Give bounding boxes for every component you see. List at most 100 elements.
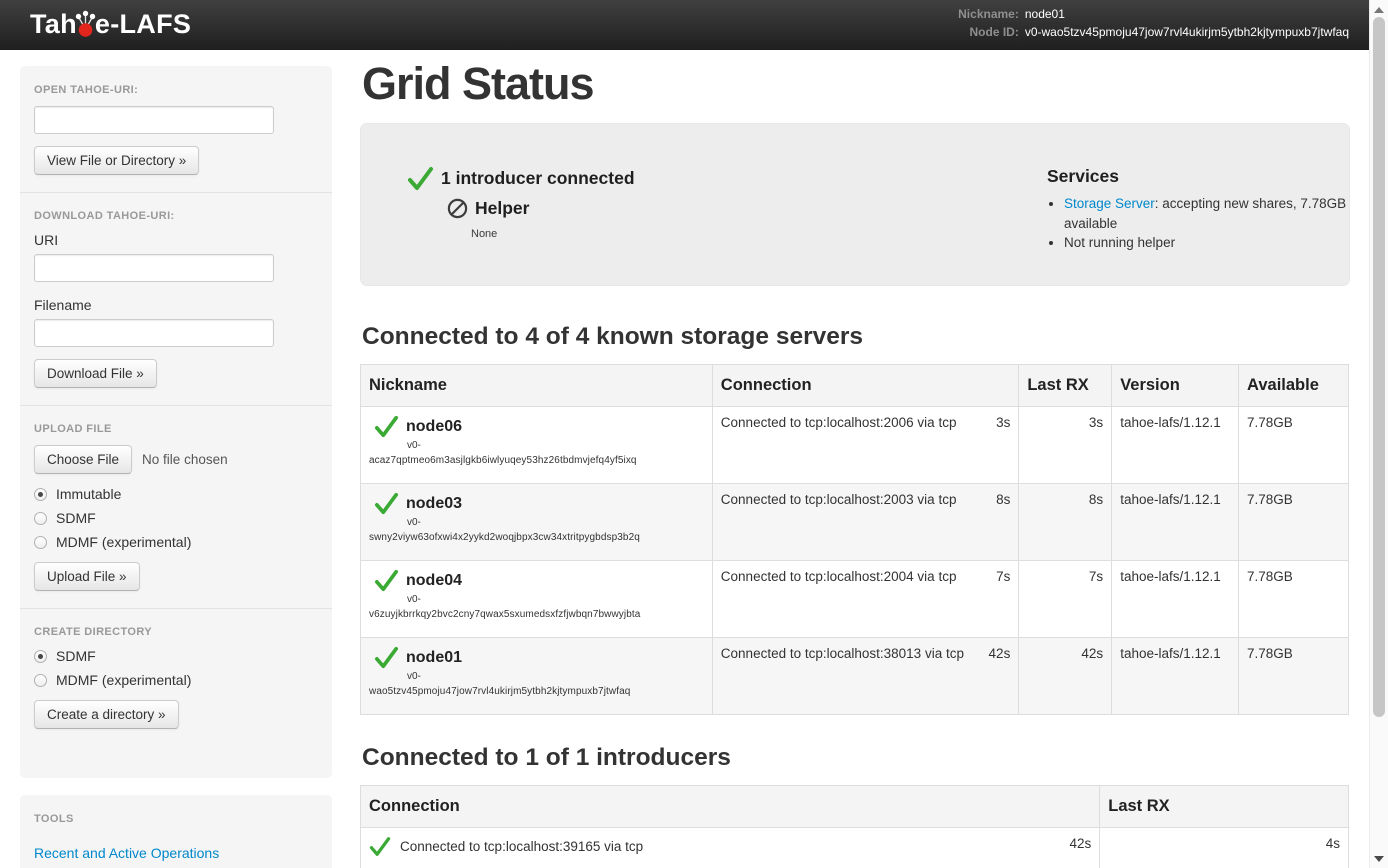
radio-sdmf[interactable]: [34, 512, 47, 525]
last-rx-cell: 4s: [1100, 828, 1349, 868]
node-info: Nickname:node01 Node ID:v0-wao5tzv45pmoj…: [953, 6, 1349, 41]
upload-format-option-immutable[interactable]: Immutable: [34, 486, 318, 502]
available-cell: 7.78GB: [1239, 561, 1349, 638]
connection-age: 42s: [989, 646, 1011, 661]
introducer-status: 1 introducer connected: [407, 166, 635, 191]
nickname-cell: node06 v0- acaz7qptmeo6m3asjlgkb6iwlyuqe…: [361, 407, 713, 484]
choose-file-button[interactable]: Choose File: [34, 445, 132, 474]
radio-dir-sdmf[interactable]: [34, 650, 47, 663]
dir-format-option-mdmf[interactable]: MDMF (experimental): [34, 672, 318, 688]
connection-cell: Connected to tcp:localhost:2004 via tcp …: [712, 561, 1019, 638]
download-file-button[interactable]: Download File »: [34, 359, 157, 388]
col-version: Version: [1112, 365, 1239, 407]
radio-label: SDMF: [56, 510, 96, 526]
recent-operations-link[interactable]: Recent and Active Operations: [34, 845, 219, 861]
server-row: node03 v0- swny2viyw63ofxwi4x2yykd2woqjb…: [361, 484, 1349, 561]
radio-label: MDMF (experimental): [56, 672, 191, 688]
open-uri-label: OPEN TAHOE-URI:: [34, 84, 318, 96]
check-icon: [374, 415, 399, 438]
check-icon: [374, 646, 399, 669]
nickname-cell: node03 v0- swny2viyw63ofxwi4x2yykd2woqjb…: [361, 484, 713, 561]
dir-format-option-sdmf[interactable]: SDMF: [34, 648, 318, 664]
logo-text-pre: Tah: [30, 9, 77, 40]
available-cell: 7.78GB: [1239, 484, 1349, 561]
create-directory-button[interactable]: Create a directory »: [34, 700, 179, 729]
radio-label: Immutable: [56, 486, 121, 502]
check-icon: [407, 166, 434, 191]
view-file-button[interactable]: View File or Directory »: [34, 146, 199, 175]
upload-file-label: UPLOAD FILE: [34, 423, 318, 435]
peer-id-prefix: v0-: [407, 517, 704, 528]
services-section: Services Storage Server: accepting new s…: [1047, 166, 1377, 253]
no-file-chosen-text: No file chosen: [142, 452, 228, 467]
node-id-label: Node ID:: [953, 24, 1019, 42]
table-header-row: Connection Last RX: [361, 786, 1349, 828]
version-cell: tahoe-lafs/1.12.1: [1112, 561, 1239, 638]
col-nickname: Nickname: [361, 365, 713, 407]
radio-label: SDMF: [56, 648, 96, 664]
upload-format-option-mdmf[interactable]: MDMF (experimental): [34, 534, 318, 550]
status-summary-well: 1 introducer connected Helper None Servi…: [360, 123, 1350, 286]
top-bar: Tah e-LAFS Nickname:node01 Node ID:v0-wa…: [0, 0, 1369, 50]
tahoe-lafs-grid-status-page: Tah e-LAFS Nickname:node01 Node ID:v0-wa…: [0, 0, 1388, 868]
introducers-table: Connection Last RX Connected to tcp:loca…: [360, 785, 1349, 868]
node-id-value: v0-wao5tzv45pmoju47jow7rvl4ukirjm5ytbh2k…: [1025, 25, 1349, 39]
connection-cell: Connected to tcp:localhost:39165 via tcp…: [361, 828, 1100, 868]
app-logo[interactable]: Tah e-LAFS: [30, 9, 191, 40]
upload-format-option-sdmf[interactable]: SDMF: [34, 510, 318, 526]
peer-id-prefix: v0-: [407, 671, 704, 682]
upload-file-button[interactable]: Upload File »: [34, 562, 140, 591]
connection-cell: Connected to tcp:localhost:2006 via tcp …: [712, 407, 1019, 484]
connection-age: 42s: [1069, 836, 1091, 851]
uri-field-label: URI: [34, 232, 318, 248]
version-cell: tahoe-lafs/1.12.1: [1112, 407, 1239, 484]
last-rx-cell: 8s: [1019, 484, 1112, 561]
version-cell: tahoe-lafs/1.12.1: [1112, 484, 1239, 561]
server-row: node01 v0- wao5tzv45pmoju47jow7rvl4ukirj…: [361, 638, 1349, 715]
server-nickname: node06: [406, 418, 462, 436]
filename-input[interactable]: [34, 319, 274, 347]
radio-dir-mdmf[interactable]: [34, 674, 47, 687]
open-uri-input[interactable]: [34, 106, 274, 134]
storage-servers-table: Nickname Connection Last RX Version Avai…: [360, 364, 1349, 715]
introducer-status-text: 1 introducer connected: [441, 168, 635, 189]
radio-mdmf[interactable]: [34, 536, 47, 549]
table-header-row: Nickname Connection Last RX Version Avai…: [361, 365, 1349, 407]
uri-input[interactable]: [34, 254, 274, 282]
helper-status: Helper: [447, 198, 529, 219]
scroll-down-arrow-icon[interactable]: [1374, 856, 1384, 862]
connection-cell: Connected to tcp:localhost:38013 via tcp…: [712, 638, 1019, 715]
radio-label: MDMF (experimental): [56, 534, 191, 550]
connection-cell: Connected to tcp:localhost:2003 via tcp …: [712, 484, 1019, 561]
peer-id-hash: wao5tzv45pmoju47jow7rvl4ukirjm5ytbh2kjty…: [369, 686, 704, 697]
connection-text: Connected to tcp:localhost:2006 via tcp: [721, 415, 957, 430]
peer-id-prefix: v0-: [407, 594, 704, 605]
version-cell: tahoe-lafs/1.12.1: [1112, 638, 1239, 715]
check-icon: [374, 569, 399, 592]
connection-text: Connected to tcp:localhost:39165 via tcp: [400, 839, 643, 854]
service-helper: Not running helper: [1064, 233, 1377, 253]
introducer-row: Connected to tcp:localhost:39165 via tcp…: [361, 828, 1349, 868]
sidebar-forms-panel: OPEN TAHOE-URI: View File or Directory »…: [20, 66, 332, 778]
no-helper-icon: [447, 198, 468, 219]
connection-text: Connected to tcp:localhost:2003 via tcp: [721, 492, 957, 507]
page-title: Grid Status: [362, 58, 1380, 110]
peer-id-hash: v6zuyjkbrrkqy2bvc2cny7qwax5sxumedsxfzfjw…: [369, 609, 704, 620]
storage-servers-heading: Connected to 4 of 4 known storage server…: [362, 323, 1380, 351]
server-row: node06 v0- acaz7qptmeo6m3asjlgkb6iwlyuqe…: [361, 407, 1349, 484]
storage-server-link[interactable]: Storage Server: [1064, 196, 1155, 211]
check-icon: [369, 836, 391, 857]
nickname-cell: node04 v0- v6zuyjkbrrkqy2bvc2cny7qwax5sx…: [361, 561, 713, 638]
scrollbar-thumb[interactable]: [1373, 17, 1385, 717]
sidebar-divider: [20, 192, 332, 193]
server-row: node04 v0- v6zuyjkbrrkqy2bvc2cny7qwax5sx…: [361, 561, 1349, 638]
peer-id-hash: swny2viyw63ofxwi4x2yykd2woqjbpx3cw34xtri…: [369, 532, 704, 543]
connection-age: 7s: [996, 569, 1010, 584]
helper-title: Helper: [475, 198, 529, 219]
scroll-up-arrow-icon[interactable]: [1374, 7, 1384, 13]
radio-immutable[interactable]: [34, 488, 47, 501]
col-last-rx: Last RX: [1019, 365, 1112, 407]
sidebar-divider: [20, 608, 332, 609]
vertical-scrollbar[interactable]: [1369, 0, 1388, 868]
connection-text: Connected to tcp:localhost:2004 via tcp: [721, 569, 957, 584]
